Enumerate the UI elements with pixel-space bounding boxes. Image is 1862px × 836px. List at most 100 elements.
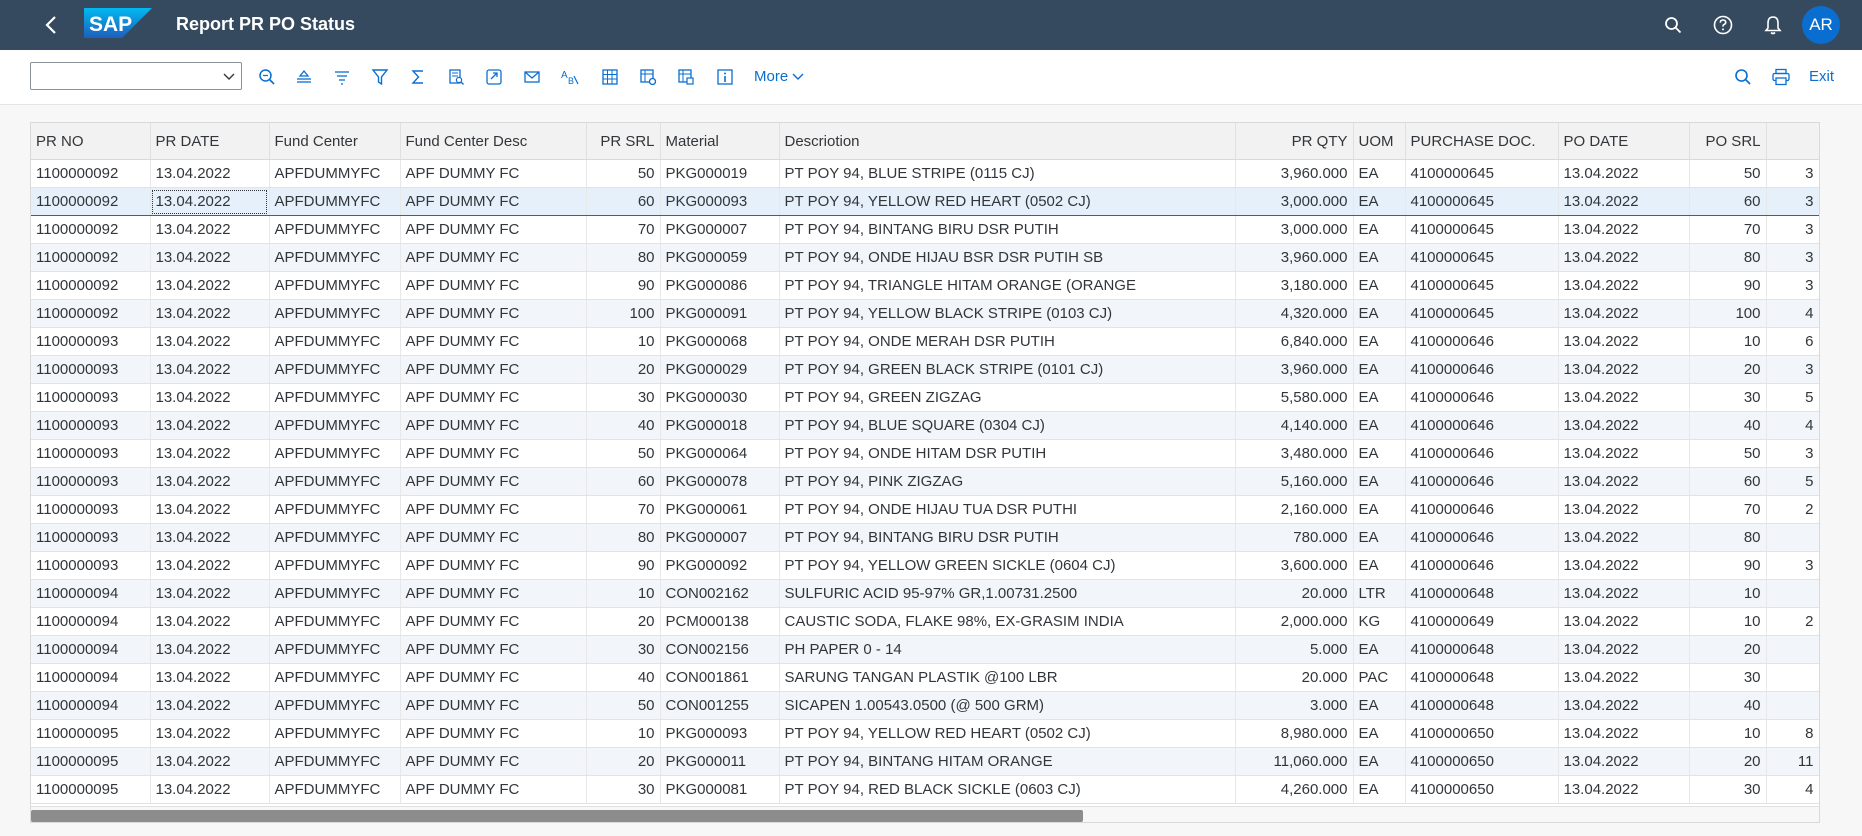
cell-next[interactable]: 3	[1766, 187, 1819, 216]
cell-pr-qty[interactable]: 5.000	[1235, 635, 1354, 664]
cell-pr-srl[interactable]: 70	[586, 215, 661, 244]
cell-purchase-doc[interactable]: 4100000648	[1405, 691, 1559, 720]
cell-pr-srl[interactable]: 90	[586, 271, 661, 300]
cell-next[interactable]: 2	[1766, 495, 1819, 524]
cell-material[interactable]: CON002156	[660, 635, 780, 664]
cell-pr-srl[interactable]: 90	[586, 551, 661, 580]
cell-fund-center-desc[interactable]: APF DUMMY FC	[400, 215, 587, 244]
cell-next[interactable]: 2	[1766, 607, 1819, 636]
cell-fund-center[interactable]: APFDUMMYFC	[269, 607, 401, 636]
column-header-purchase-doc[interactable]: PURCHASE DOC.	[1405, 123, 1559, 160]
table-row[interactable]: 1100000095 13.04.2022 APFDUMMYFC APF DUMMY …	[31, 719, 1819, 748]
cell-uom[interactable]: EA	[1353, 187, 1406, 216]
cell-material[interactable]: PKG000011	[660, 747, 780, 776]
cell-pr-no[interactable]: 1100000092	[31, 215, 151, 244]
cell-pr-qty[interactable]: 2,160.000	[1235, 495, 1354, 524]
cell-purchase-doc[interactable]: 4100000645	[1405, 159, 1559, 188]
cell-pr-srl[interactable]: 70	[586, 495, 661, 524]
cell-fund-center[interactable]: APFDUMMYFC	[269, 327, 401, 356]
cell-pr-srl[interactable]: 10	[586, 579, 661, 608]
cell-po-date[interactable]: 13.04.2022	[1558, 159, 1690, 188]
cell-material[interactable]: PKG000059	[660, 243, 780, 272]
cell-po-srl[interactable]: 30	[1689, 383, 1767, 412]
cell-po-srl[interactable]: 90	[1689, 271, 1767, 300]
cell-fund-center-desc[interactable]: APF DUMMY FC	[400, 187, 587, 216]
column-header-material[interactable]: Material	[660, 123, 780, 160]
cell-po-date[interactable]: 13.04.2022	[1558, 747, 1690, 776]
cell-pr-date[interactable]: 13.04.2022	[150, 439, 270, 468]
cell-pr-srl[interactable]: 80	[586, 523, 661, 552]
cell-purchase-doc[interactable]: 4100000650	[1405, 719, 1559, 748]
cell-material[interactable]: PKG000064	[660, 439, 780, 468]
column-header-pr-no[interactable]: PR NO	[31, 123, 151, 160]
cell-fund-center-desc[interactable]: APF DUMMY FC	[400, 747, 587, 776]
cell-po-srl[interactable]: 70	[1689, 215, 1767, 244]
table-row[interactable]: 1100000094 13.04.2022 APFDUMMYFC APF DUMMY …	[31, 579, 1819, 608]
cell-po-date[interactable]: 13.04.2022	[1558, 719, 1690, 748]
cell-po-srl[interactable]: 10	[1689, 579, 1767, 608]
more-button[interactable]: More	[754, 68, 805, 85]
cell-uom[interactable]: EA	[1353, 159, 1406, 188]
cell-fund-center-desc[interactable]: APF DUMMY FC	[400, 607, 587, 636]
cell-po-srl[interactable]: 20	[1689, 635, 1767, 664]
sort-descending-button[interactable]	[329, 64, 355, 90]
cell-description[interactable]: PT POY 94, YELLOW GREEN SICKLE (0604 CJ)	[779, 551, 1236, 580]
column-header-uom[interactable]: UOM	[1353, 123, 1406, 160]
cell-pr-no[interactable]: 1100000093	[31, 327, 151, 356]
cell-pr-no[interactable]: 1100000092	[31, 271, 151, 300]
cell-po-date[interactable]: 13.04.2022	[1558, 439, 1690, 468]
cell-uom[interactable]: KG	[1353, 607, 1406, 636]
cell-pr-srl[interactable]: 30	[586, 635, 661, 664]
help-button[interactable]	[1708, 10, 1738, 40]
cell-pr-date[interactable]: 13.04.2022	[150, 523, 270, 552]
cell-po-srl[interactable]: 40	[1689, 411, 1767, 440]
cell-po-srl[interactable]: 90	[1689, 551, 1767, 580]
cell-description[interactable]: PT POY 94, RED BLACK SICKLE (0603 CJ)	[779, 775, 1236, 804]
cell-purchase-doc[interactable]: 4100000645	[1405, 243, 1559, 272]
cell-pr-qty[interactable]: 4,140.000	[1235, 411, 1354, 440]
cell-pr-date[interactable]: 13.04.2022	[150, 159, 270, 188]
cell-next[interactable]	[1766, 579, 1819, 608]
cell-material[interactable]: PKG000086	[660, 271, 780, 300]
cell-fund-center[interactable]: APFDUMMYFC	[269, 551, 401, 580]
search-button[interactable]	[1730, 64, 1756, 90]
cell-pr-srl[interactable]: 100	[586, 299, 661, 328]
cell-po-date[interactable]: 13.04.2022	[1558, 607, 1690, 636]
cell-po-srl[interactable]: 10	[1689, 607, 1767, 636]
cell-purchase-doc[interactable]: 4100000645	[1405, 215, 1559, 244]
cell-description[interactable]: PT POY 94, ONDE HITAM DSR PUTIH	[779, 439, 1236, 468]
cell-next[interactable]: 11	[1766, 747, 1819, 776]
cell-po-srl[interactable]: 20	[1689, 355, 1767, 384]
details-button[interactable]	[712, 64, 738, 90]
cell-purchase-doc[interactable]: 4100000645	[1405, 187, 1559, 216]
table-row[interactable]: 1100000095 13.04.2022 APFDUMMYFC APF DUMMY …	[31, 747, 1819, 776]
cell-description[interactable]: PT POY 94, YELLOW RED HEART (0502 CJ)	[779, 719, 1236, 748]
cell-material[interactable]: CON001255	[660, 691, 780, 720]
cell-po-date[interactable]: 13.04.2022	[1558, 383, 1690, 412]
cell-po-srl[interactable]: 60	[1689, 467, 1767, 496]
column-header-po-date[interactable]: PO DATE	[1558, 123, 1690, 160]
table-row[interactable]: 1100000092 13.04.2022 APFDUMMYFC APF DUMMY …	[31, 299, 1819, 328]
cell-uom[interactable]: EA	[1353, 523, 1406, 552]
cell-pr-no[interactable]: 1100000094	[31, 579, 151, 608]
cell-po-srl[interactable]: 10	[1689, 719, 1767, 748]
cell-pr-date[interactable]: 13.04.2022	[150, 551, 270, 580]
cell-pr-srl[interactable]: 10	[586, 327, 661, 356]
cell-fund-center-desc[interactable]: APF DUMMY FC	[400, 495, 587, 524]
layout-settings-button[interactable]	[635, 64, 661, 90]
cell-fund-center[interactable]: APFDUMMYFC	[269, 719, 401, 748]
cell-pr-srl[interactable]: 20	[586, 607, 661, 636]
table-row[interactable]: 1100000093 13.04.2022 APFDUMMYFC APF DUMMY …	[31, 411, 1819, 440]
send-mail-button[interactable]	[519, 64, 545, 90]
cell-po-date[interactable]: 13.04.2022	[1558, 495, 1690, 524]
cell-po-srl[interactable]: 80	[1689, 243, 1767, 272]
cell-description[interactable]: SULFURIC ACID 95-97% GR,1.00731.2500	[779, 579, 1236, 608]
cell-pr-no[interactable]: 1100000095	[31, 747, 151, 776]
cell-fund-center[interactable]: APFDUMMYFC	[269, 467, 401, 496]
cell-pr-qty[interactable]: 8,980.000	[1235, 719, 1354, 748]
cell-next[interactable]: 8	[1766, 719, 1819, 748]
cell-pr-date[interactable]: 13.04.2022	[150, 579, 270, 608]
cell-pr-qty[interactable]: 4,320.000	[1235, 299, 1354, 328]
cell-pr-no[interactable]: 1100000092	[31, 159, 151, 188]
cell-pr-qty[interactable]: 3,000.000	[1235, 215, 1354, 244]
